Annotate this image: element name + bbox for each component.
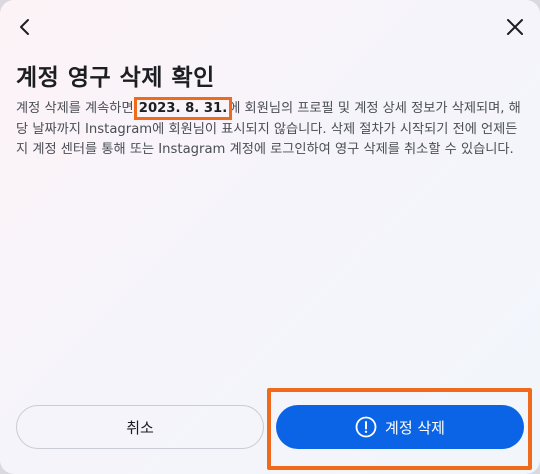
cancel-button[interactable]: 취소 [16, 405, 264, 449]
close-icon [507, 19, 523, 35]
dialog-title: 계정 영구 삭제 확인 [16, 65, 215, 91]
dialog-description: 계정 삭제를 계속하면 2023. 8. 31.에 회원님의 프로필 및 계정 … [16, 97, 526, 161]
delete-button-label: 계정 삭제 [385, 418, 445, 437]
delete-account-dialog: 계정 영구 삭제 확인 계정 삭제를 계속하면 2023. 8. 31.에 회원… [0, 0, 540, 474]
deletion-date: 2023. 8. 31. [133, 97, 233, 120]
back-button[interactable] [10, 12, 40, 42]
alert-circle-icon [355, 416, 377, 438]
description-part-1: 계정 삭제를 계속하면 [16, 101, 138, 116]
close-button[interactable] [500, 12, 530, 42]
delete-account-button[interactable]: 계정 삭제 [276, 405, 524, 449]
dialog-footer: 취소 계정 삭제 [0, 384, 540, 474]
chevron-left-icon [20, 19, 29, 35]
cancel-button-label: 취소 [126, 418, 154, 437]
